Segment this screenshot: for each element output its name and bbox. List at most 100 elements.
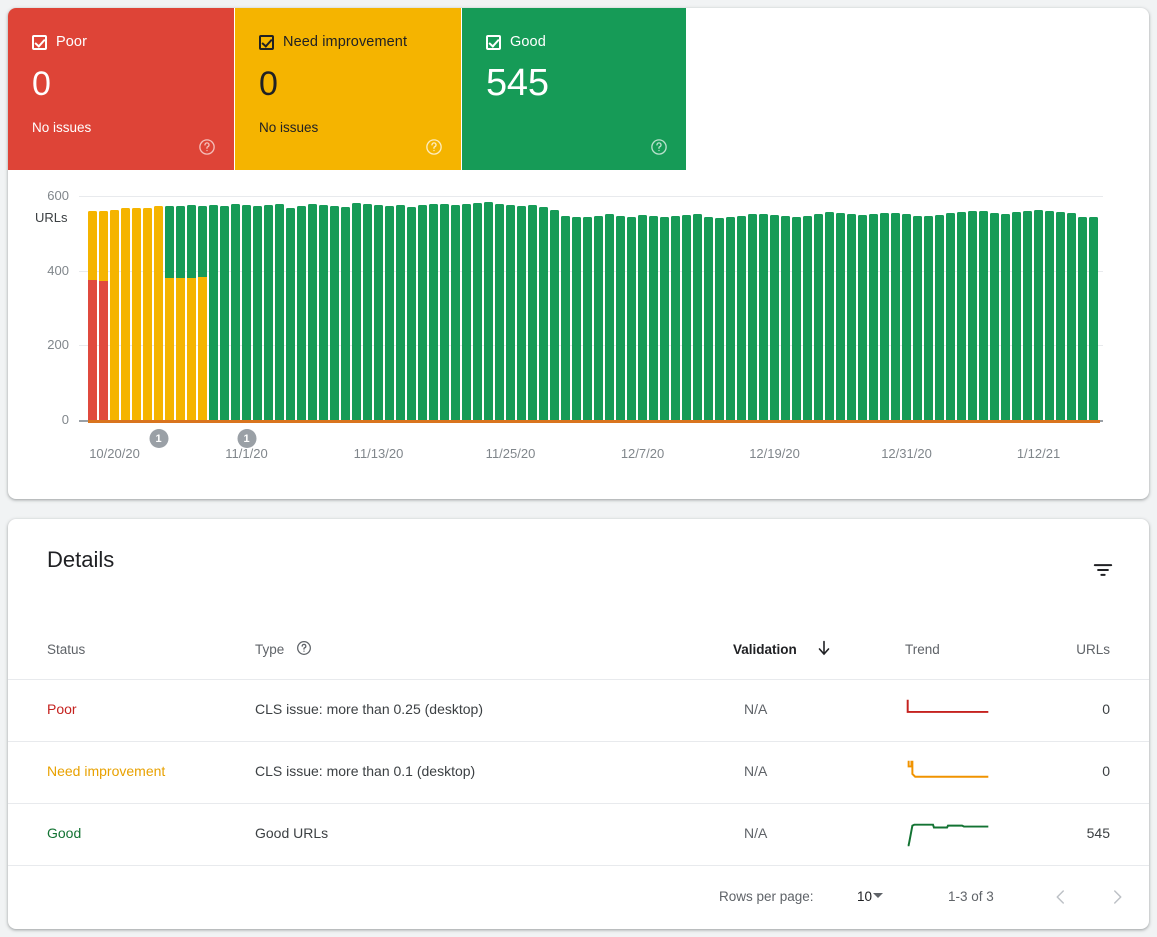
chart-bar[interactable] <box>110 209 119 422</box>
chart-bar[interactable] <box>132 208 141 422</box>
chart-bar[interactable] <box>935 214 944 422</box>
chart-bar[interactable] <box>561 215 570 422</box>
chart-bar[interactable] <box>220 206 229 422</box>
column-header-validation[interactable]: Validation <box>733 642 797 657</box>
chart-bar[interactable] <box>264 205 273 422</box>
chart-bar[interactable] <box>693 214 702 422</box>
chart-bar[interactable] <box>286 207 295 422</box>
chart-bar[interactable] <box>946 212 955 422</box>
chart-bar[interactable] <box>902 214 911 422</box>
chart-bar[interactable] <box>649 215 658 422</box>
chart-bar[interactable] <box>803 215 812 422</box>
chart-bar[interactable] <box>539 206 548 422</box>
chart-bar[interactable] <box>1067 212 1076 422</box>
chart-bar[interactable] <box>836 212 845 422</box>
filter-icon[interactable] <box>1090 557 1116 583</box>
chart-bar[interactable] <box>616 216 625 422</box>
chevron-right-icon[interactable] <box>1101 881 1133 913</box>
checkbox-good[interactable] <box>486 34 501 50</box>
chart-bar[interactable] <box>484 202 493 422</box>
chart-bar[interactable] <box>847 214 856 422</box>
chart-bar[interactable] <box>506 204 515 422</box>
chart-bar[interactable] <box>462 203 471 422</box>
chart-bar[interactable] <box>363 203 372 422</box>
help-icon[interactable] <box>198 138 216 156</box>
chart-bar[interactable] <box>715 218 724 422</box>
chart-bar[interactable] <box>385 206 394 422</box>
chart-bar[interactable] <box>825 212 834 422</box>
chart-bar[interactable] <box>957 211 966 422</box>
chart-bar[interactable] <box>495 203 504 422</box>
chart-bar[interactable] <box>440 204 449 422</box>
chart-bar[interactable] <box>154 206 163 422</box>
chart-bar[interactable] <box>979 211 988 422</box>
chart-bar[interactable] <box>88 211 97 422</box>
chart-bar[interactable] <box>231 203 240 422</box>
chart-bar[interactable] <box>759 213 768 422</box>
rows-per-page-value[interactable]: 10 <box>857 889 872 904</box>
status-card-poor[interactable]: Poor 0 No issues <box>8 8 234 170</box>
chart-bar[interactable] <box>1034 209 1043 422</box>
chart-bar[interactable] <box>792 217 801 422</box>
chart-bar[interactable] <box>913 215 922 422</box>
chart-bar[interactable] <box>275 204 284 422</box>
chart-bar[interactable] <box>1001 213 1010 422</box>
chevron-down-icon[interactable] <box>873 893 883 898</box>
chart-bar[interactable] <box>165 206 174 422</box>
chart-bar[interactable] <box>671 216 680 422</box>
chart-bar[interactable] <box>550 209 559 422</box>
chart-bar[interactable] <box>253 206 262 422</box>
chart-bar[interactable] <box>352 203 361 422</box>
chart-bar[interactable] <box>770 215 779 422</box>
chart-bar[interactable] <box>704 217 713 422</box>
chart-bar[interactable] <box>209 205 218 422</box>
column-header-trend[interactable]: Trend <box>905 642 940 657</box>
chart-bar[interactable] <box>682 215 691 422</box>
chart-bar[interactable] <box>605 214 614 422</box>
table-row[interactable]: Good Good URLs N/A 545 <box>8 804 1149 866</box>
chart-bar[interactable] <box>330 205 339 422</box>
chart-bar[interactable] <box>297 206 306 422</box>
chart-bar[interactable] <box>451 205 460 422</box>
chart-bar[interactable] <box>1045 211 1054 422</box>
help-icon[interactable] <box>650 138 668 156</box>
chart-bar[interactable] <box>341 206 350 422</box>
chart-bar[interactable] <box>528 205 537 422</box>
chart-bar[interactable] <box>1056 212 1065 422</box>
chart-bar[interactable] <box>396 205 405 422</box>
chart-bar[interactable] <box>737 215 746 422</box>
chart-bar[interactable] <box>1012 212 1021 422</box>
chart-bar[interactable] <box>726 216 735 422</box>
chart-bar[interactable] <box>308 203 317 422</box>
status-card-good[interactable]: Good 545 <box>462 8 686 170</box>
chart-bar[interactable] <box>418 204 427 422</box>
table-row[interactable]: Poor CLS issue: more than 0.25 (desktop) N… <box>8 680 1149 742</box>
chart-bar[interactable] <box>990 212 999 422</box>
chart-bar[interactable] <box>374 204 383 422</box>
chart-bar[interactable] <box>858 214 867 422</box>
chart-bar[interactable] <box>1023 210 1032 422</box>
help-icon[interactable] <box>296 640 312 661</box>
help-icon[interactable] <box>425 138 443 156</box>
chart-bar[interactable] <box>891 213 900 422</box>
chart-bar[interactable] <box>429 203 438 422</box>
column-header-type[interactable]: Type <box>255 642 284 657</box>
chart-bar[interactable] <box>1078 217 1087 422</box>
chart-bar[interactable] <box>1089 217 1098 422</box>
chart-bar[interactable] <box>121 208 130 422</box>
chart-bar[interactable] <box>572 216 581 422</box>
chart-bar[interactable] <box>660 217 669 422</box>
chart-bar[interactable] <box>473 203 482 422</box>
chart-bar[interactable] <box>319 204 328 422</box>
chart-bar[interactable] <box>748 214 757 422</box>
checkbox-poor[interactable] <box>32 34 47 50</box>
chart-bar[interactable] <box>924 216 933 422</box>
chart-bar[interactable] <box>143 207 152 422</box>
chart-bar[interactable] <box>869 213 878 422</box>
column-header-urls[interactable]: URLs <box>1076 642 1110 657</box>
chart-bar[interactable] <box>517 206 526 422</box>
chart-bar[interactable] <box>176 206 185 422</box>
chart-bar[interactable] <box>99 210 108 422</box>
chart-bar[interactable] <box>407 206 416 422</box>
chart-bar[interactable] <box>968 210 977 422</box>
